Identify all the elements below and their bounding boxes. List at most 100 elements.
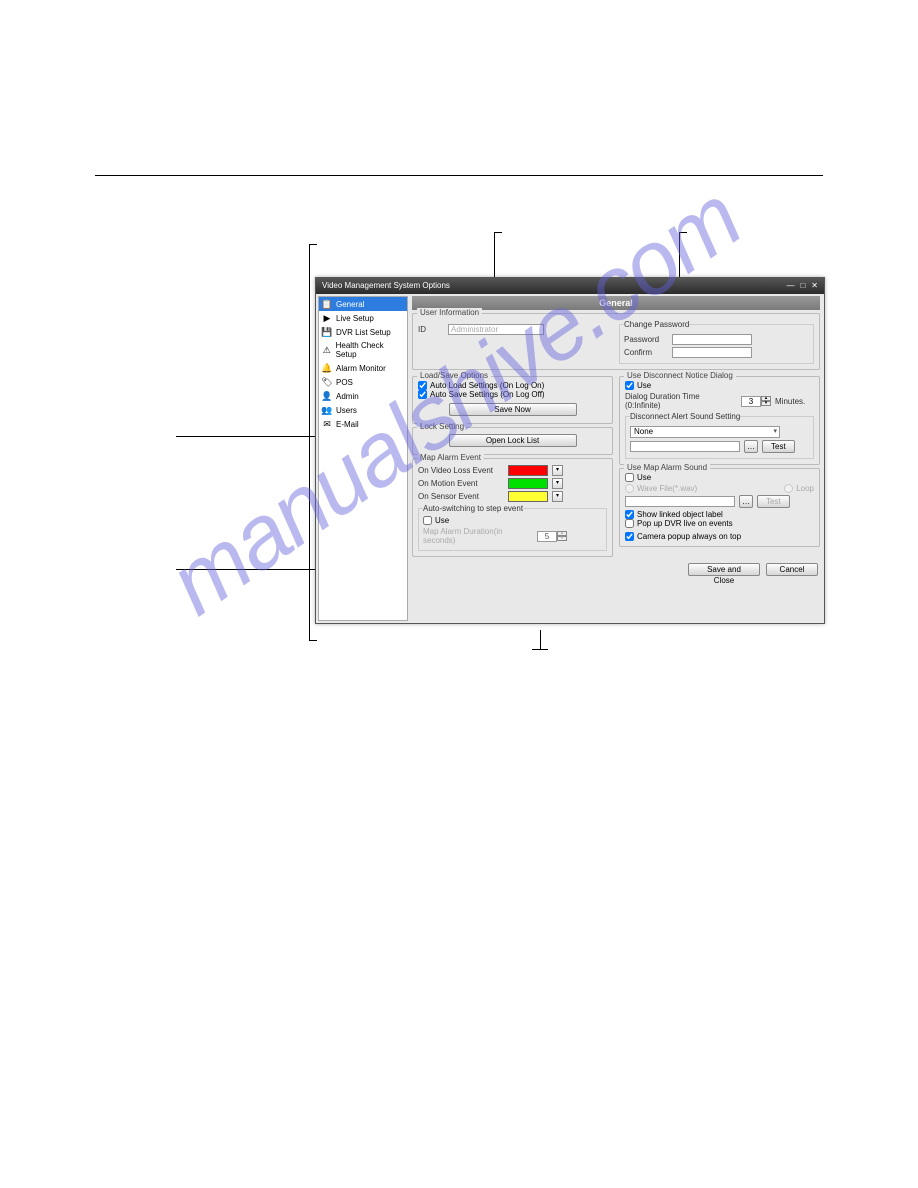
duration-label: Dialog Duration Time (0:Infinite)	[625, 392, 737, 410]
chevron-down-icon[interactable]: ▾	[552, 491, 563, 502]
wave-file-radio: Wave File(*.wav)	[625, 484, 697, 493]
auto-save-checkbox[interactable]: Auto Save Settings (On Log Off)	[418, 390, 607, 399]
checkbox-label: Auto Load Settings (On Log On)	[430, 381, 544, 390]
chevron-down-icon[interactable]: ▾	[552, 465, 563, 476]
group-title: Use Disconnect Notice Dialog	[624, 371, 736, 380]
open-lock-list-button[interactable]: Open Lock List	[449, 434, 577, 447]
group-title: Disconnect Alert Sound Setting	[630, 412, 740, 421]
map-sound-use-checkbox[interactable]: Use	[625, 473, 814, 482]
bell-icon: 🔔	[322, 363, 332, 373]
cancel-button[interactable]: Cancel	[766, 563, 818, 576]
group-title: Load/Save Options	[417, 371, 491, 380]
warning-icon: ⚠	[322, 345, 332, 355]
sensor-color[interactable]	[508, 491, 548, 502]
mail-icon: ✉	[322, 419, 332, 429]
map-alarm-event-group: Map Alarm Event On Video Loss Event ▾ On…	[412, 458, 613, 557]
duration-spinner[interactable]: ▴▾	[741, 396, 771, 407]
motion-color[interactable]	[508, 478, 548, 489]
checkbox-label: Show linked object label	[637, 510, 723, 519]
lock-setting-group: Lock Setting Open Lock List	[412, 427, 613, 455]
sidebar-item-admin[interactable]: 👤 Admin	[319, 389, 407, 403]
sidebar-item-label: Users	[336, 406, 357, 415]
tag-icon: 🏷	[322, 377, 332, 387]
sidebar-item-users[interactable]: 👥 Users	[319, 403, 407, 417]
minimize-icon[interactable]: —	[786, 278, 794, 294]
auto-switch-use-checkbox[interactable]: Use	[423, 516, 602, 525]
duration-spinner: ▴▾	[537, 531, 567, 542]
id-field[interactable]	[448, 324, 544, 335]
sidebar-item-dvr-list[interactable]: 💾 DVR List Setup	[319, 325, 407, 339]
sidebar-item-pos[interactable]: 🏷 POS	[319, 375, 407, 389]
chevron-down-icon: ▾	[557, 536, 567, 541]
disconnect-use-checkbox[interactable]: Use	[625, 381, 814, 390]
radio-input	[784, 484, 793, 493]
loop-radio: Loop	[784, 484, 814, 493]
browse-button[interactable]: …	[744, 440, 758, 453]
spinner-input[interactable]	[741, 396, 761, 407]
chevron-down-icon[interactable]: ▾	[552, 478, 563, 489]
popup-dvr-checkbox[interactable]: Pop up DVR live on events	[625, 519, 814, 528]
sidebar-item-email[interactable]: ✉ E-Mail	[319, 417, 407, 431]
page-divider	[95, 175, 823, 176]
callout-line	[532, 649, 548, 650]
test-button: Test	[757, 495, 790, 508]
checkbox-input[interactable]	[423, 516, 432, 525]
video-loss-label: On Video Loss Event	[418, 466, 504, 475]
checkbox-input[interactable]	[625, 473, 634, 482]
duration-label: Map Alarm Duration(in seconds)	[423, 527, 533, 545]
chevron-down-icon[interactable]: ▾	[761, 401, 771, 406]
checkbox-label: Auto Save Settings (On Log Off)	[430, 390, 545, 399]
radio-input	[625, 484, 634, 493]
maximize-icon[interactable]: □	[800, 278, 805, 294]
checkbox-input[interactable]	[418, 390, 427, 399]
sidebar-item-alarm-monitor[interactable]: 🔔 Alarm Monitor	[319, 361, 407, 375]
group-title: Lock Setting	[417, 422, 467, 431]
save-close-button[interactable]: Save and Close	[688, 563, 760, 576]
checkbox-input[interactable]	[625, 510, 634, 519]
callout-line	[540, 630, 541, 650]
sidebar-item-label: Live Setup	[336, 314, 374, 323]
checkbox-label: Pop up DVR live on events	[637, 519, 733, 528]
sidebar-item-health-check[interactable]: ⚠ Health Check Setup	[319, 339, 407, 361]
browse-button: …	[739, 495, 753, 508]
checkbox-label: Use	[637, 381, 651, 390]
group-title: Auto-switching to step event	[423, 504, 523, 513]
show-linked-label-checkbox[interactable]: Show linked object label	[625, 510, 814, 519]
checkbox-input[interactable]	[625, 519, 634, 528]
close-icon[interactable]: ✕	[811, 278, 818, 294]
confirm-label: Confirm	[624, 348, 668, 357]
auto-load-checkbox[interactable]: Auto Load Settings (On Log On)	[418, 381, 607, 390]
password-field[interactable]	[672, 334, 752, 345]
sound-select[interactable]: None	[630, 426, 780, 438]
radio-label: Wave File(*.wav)	[637, 484, 697, 493]
save-now-button[interactable]: Save Now	[449, 403, 577, 416]
checkbox-input[interactable]	[625, 381, 634, 390]
sidebar-item-live-setup[interactable]: ▶ Live Setup	[319, 311, 407, 325]
auto-switching-group: Auto-switching to step event Use Map Ala…	[418, 504, 607, 551]
sensor-label: On Sensor Event	[418, 492, 504, 501]
test-button[interactable]: Test	[762, 440, 795, 453]
sidebar-item-label: DVR List Setup	[336, 328, 391, 337]
user-info-group: User Information ID Change Password Pass…	[412, 313, 820, 370]
change-password-group: Change Password Password Confirm	[619, 320, 814, 364]
group-title: User Information	[417, 308, 482, 317]
checkbox-input[interactable]	[625, 532, 634, 541]
radio-label: Loop	[796, 484, 814, 493]
confirm-field[interactable]	[672, 347, 752, 358]
users-icon: 👥	[322, 405, 332, 415]
camera-top-checkbox[interactable]: Camera popup always on top	[625, 532, 814, 541]
titlebar[interactable]: Video Management System Options — □ ✕	[316, 278, 824, 294]
sidebar-item-label: E-Mail	[336, 420, 359, 429]
disk-icon: 💾	[322, 327, 332, 337]
checkbox-label: Use	[435, 516, 449, 525]
sidebar-item-label: General	[336, 300, 364, 309]
password-label: Password	[624, 335, 668, 344]
group-title: Change Password	[624, 320, 689, 329]
id-label: ID	[418, 325, 444, 334]
video-loss-color[interactable]	[508, 465, 548, 476]
sidebar-item-general[interactable]: 📋 General	[319, 297, 407, 311]
checkbox-label: Camera popup always on top	[637, 532, 741, 541]
sound-path-field[interactable]	[630, 441, 740, 452]
checkbox-input[interactable]	[418, 381, 427, 390]
general-icon: 📋	[322, 299, 332, 309]
